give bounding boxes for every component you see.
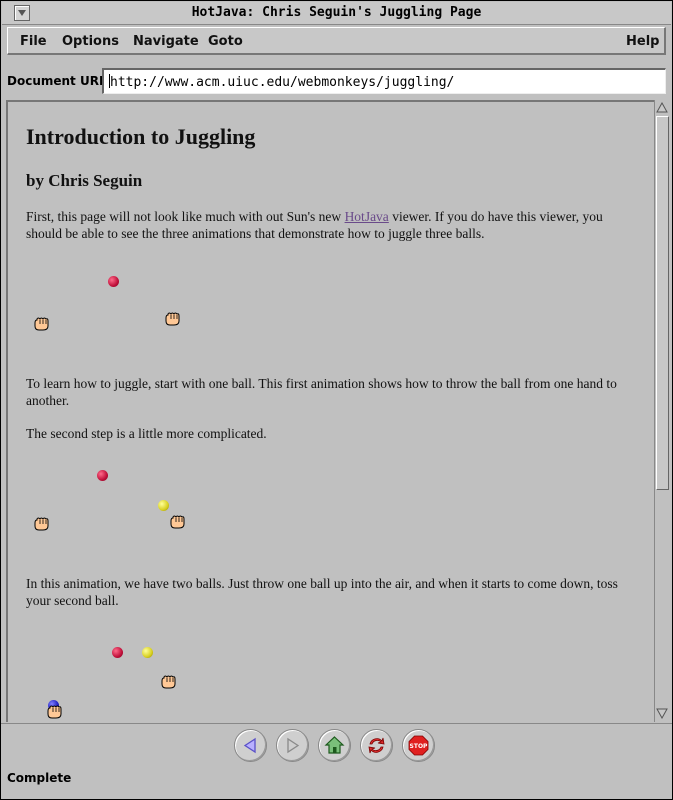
forward-arrow-icon — [287, 737, 300, 754]
url-label: Document URL: — [7, 74, 112, 88]
stop-button[interactable]: STOP — [402, 729, 435, 762]
back-button[interactable] — [234, 729, 267, 762]
scrollbar-thumb[interactable] — [656, 116, 669, 490]
status-text: Complete — [7, 771, 72, 785]
left-hand-icon — [34, 517, 49, 531]
yellow-ball — [142, 647, 153, 658]
red-ball — [112, 647, 123, 658]
red-ball — [108, 276, 119, 287]
window-title: HotJava: Chris Seguin's Juggling Page — [191, 5, 482, 20]
juggling-animation-one-ball — [8, 262, 648, 372]
one-ball-paragraph: To learn how to juggle, start with one b… — [26, 376, 617, 408]
juggling-animation-two-balls — [8, 637, 648, 722]
url-value: http://www.acm.uiuc.edu/webmonkeys/juggl… — [110, 75, 455, 90]
forward-button[interactable] — [276, 729, 309, 762]
right-hand-icon — [170, 515, 185, 529]
left-hand-icon — [34, 317, 49, 331]
vertical-scrollbar[interactable] — [654, 100, 669, 722]
page-byline: by Chris Seguin — [26, 171, 143, 190]
reload-icon — [368, 737, 385, 754]
hotjava-link[interactable]: HotJava — [345, 209, 389, 224]
url-row: Document URL: http://www.acm.uiuc.edu/we… — [1, 65, 672, 97]
intro-paragraph: First, this page will not look like much… — [26, 208, 641, 242]
reload-button[interactable] — [360, 729, 393, 762]
scroll-up-icon[interactable] — [656, 102, 668, 114]
hotjava-window: HotJava: Chris Seguin's Juggling Page Fi… — [0, 0, 673, 800]
url-input[interactable]: http://www.acm.uiuc.edu/webmonkeys/juggl… — [102, 68, 666, 94]
menu-goto[interactable]: Goto — [208, 34, 243, 49]
left-hand-icon — [47, 705, 62, 719]
navigation-toolbar: STOP — [1, 723, 672, 768]
title-bar: HotJava: Chris Seguin's Juggling Page — [2, 2, 671, 25]
home-button[interactable] — [318, 729, 351, 762]
intro-text: First, this page will not look like much… — [26, 209, 345, 224]
menu-file[interactable]: File — [20, 34, 47, 49]
right-hand-icon — [165, 312, 180, 326]
second-step-paragraph: The second step is a little more complic… — [26, 426, 267, 441]
stop-label: STOP — [410, 743, 429, 750]
juggling-animation-second-step — [8, 462, 648, 572]
red-ball — [97, 470, 108, 481]
home-icon — [324, 736, 345, 754]
document-view[interactable]: Introduction to Juggling by Chris Seguin… — [6, 100, 654, 722]
menu-bar: File Options Navigate Goto Help — [7, 27, 666, 55]
menu-help[interactable]: Help — [626, 34, 659, 49]
menu-options[interactable]: Options — [62, 34, 119, 49]
right-hand-icon — [161, 675, 176, 689]
stop-sign-icon: STOP — [408, 735, 429, 756]
page-heading: Introduction to Juggling — [26, 124, 256, 149]
back-arrow-icon — [243, 737, 256, 754]
yellow-ball — [158, 500, 169, 511]
menu-navigate[interactable]: Navigate — [133, 34, 199, 49]
two-balls-paragraph: In this animation, we have two balls. Ju… — [26, 576, 618, 608]
scroll-down-icon[interactable] — [656, 707, 668, 719]
